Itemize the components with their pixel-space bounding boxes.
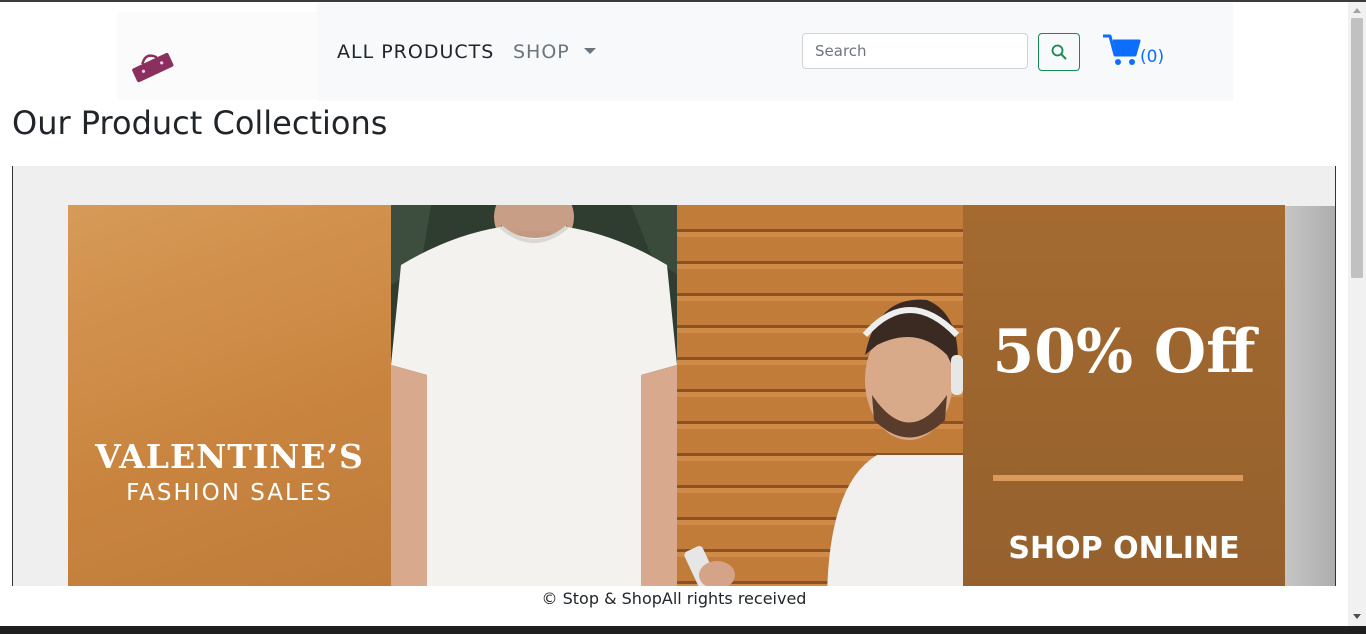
- tshirt-model-image: [391, 205, 677, 596]
- page-title: Our Product Collections: [12, 104, 388, 142]
- banner-cta[interactable]: SHOP ONLINE: [963, 531, 1285, 567]
- banner-headline: VALENTINE’S: [95, 437, 364, 476]
- promo-banner[interactable]: VALENTINE’S FASHION SALES 50% Off SHOP O…: [12, 166, 1336, 596]
- cart-link[interactable]: (0): [1103, 31, 1173, 71]
- music-model-image: [684, 299, 963, 596]
- search-input[interactable]: [802, 33, 1028, 69]
- shopping-cart-icon: [1103, 34, 1141, 65]
- banner-photo-music: [677, 205, 963, 596]
- cart-count: (0): [1140, 47, 1165, 67]
- banner-divider: [993, 475, 1243, 481]
- banner-panel-text: VALENTINE’S FASHION SALES: [68, 205, 391, 596]
- navbar: ALL PRODUCTS SHOP (0): [317, 3, 1233, 101]
- os-taskbar-strip: [0, 626, 1366, 634]
- search-button[interactable]: [1038, 33, 1080, 71]
- nav-shop-dropdown[interactable]: SHOP: [513, 41, 570, 63]
- scroll-up-arrow-icon[interactable]: [1353, 8, 1361, 13]
- shopping-bag-logo-icon: [132, 52, 174, 83]
- nav-all-products-link[interactable]: ALL PRODUCTS: [337, 41, 494, 63]
- vertical-scrollbar[interactable]: [1348, 2, 1366, 626]
- banner-photo-tshirt: [391, 205, 677, 596]
- logo[interactable]: [117, 12, 317, 100]
- caret-down-icon[interactable]: [584, 48, 596, 54]
- banner-discount: 50% Off: [992, 317, 1256, 387]
- scroll-down-arrow-icon[interactable]: [1353, 614, 1361, 619]
- footer: © Stop & ShopAll rights received: [0, 586, 1348, 626]
- scrollbar-thumb[interactable]: [1351, 18, 1363, 278]
- banner-panel-offer: 50% Off SHOP ONLINE: [963, 205, 1285, 596]
- footer-copyright: © Stop & ShopAll rights received: [541, 589, 807, 608]
- banner-subheadline: FASHION SALES: [126, 480, 333, 506]
- search-icon: [1051, 44, 1067, 60]
- window-top-border: [0, 0, 1366, 2]
